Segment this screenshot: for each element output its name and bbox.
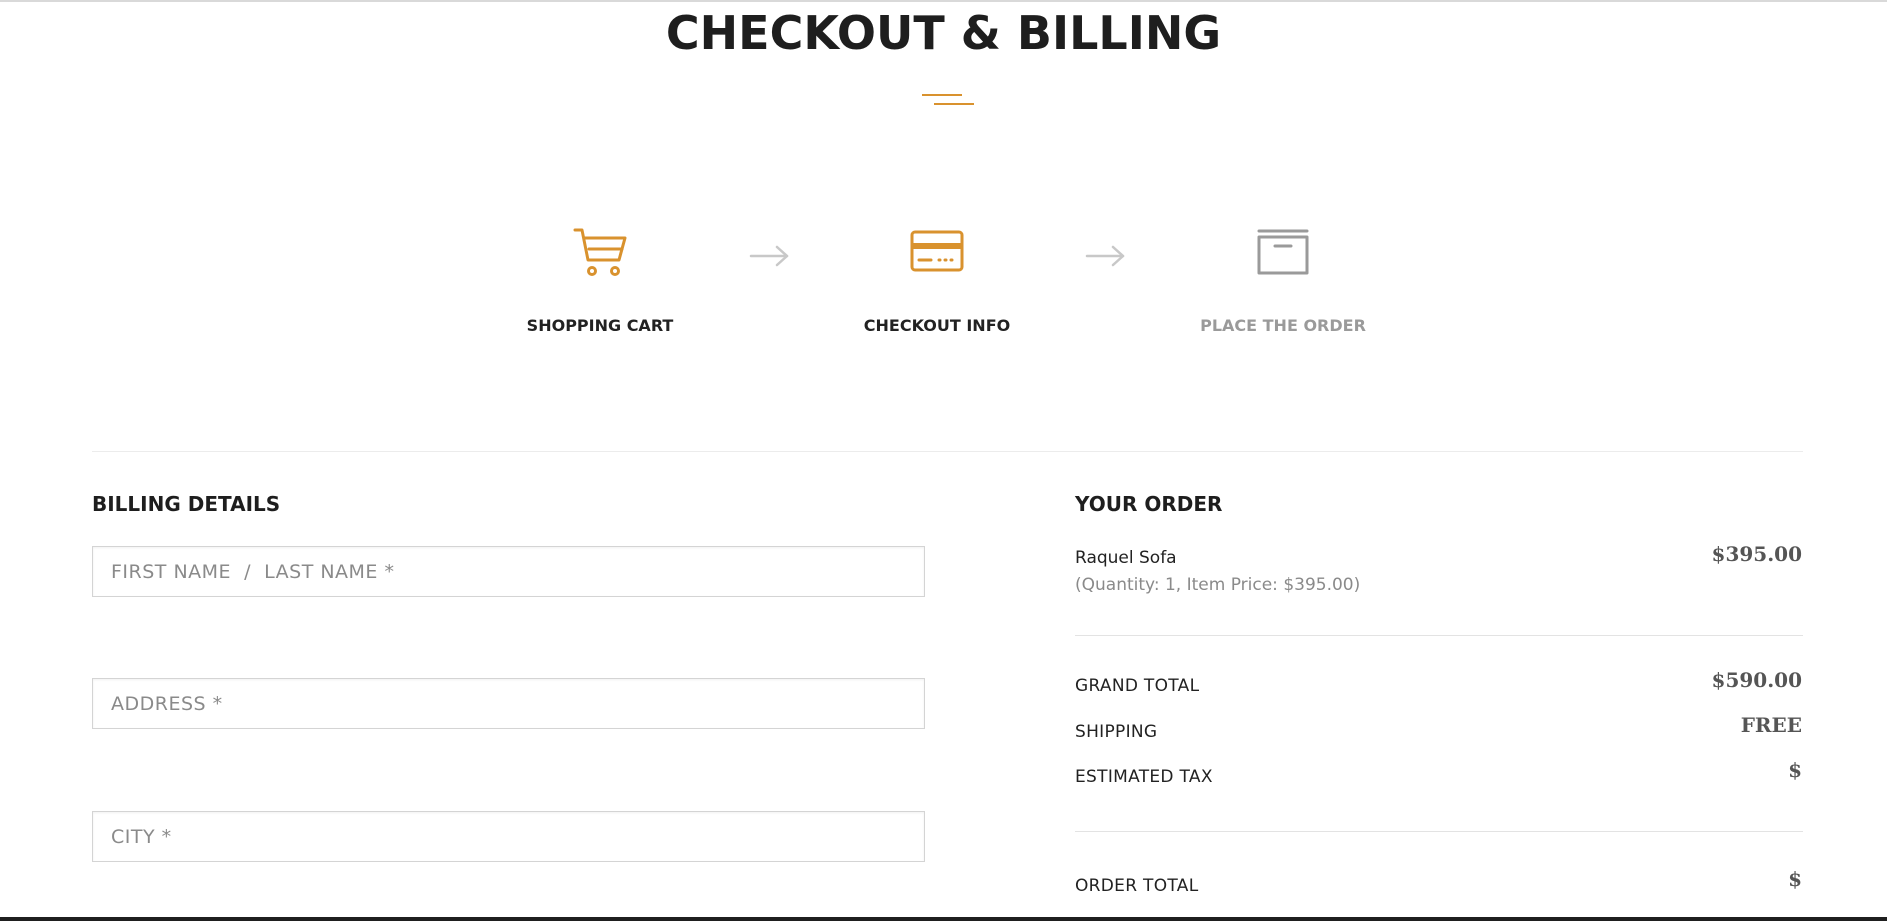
address-field[interactable]: [93, 679, 924, 728]
section-divider: [92, 451, 1803, 452]
order-item-meta: (Quantity: 1, Item Price: $395.00): [1075, 575, 1361, 595]
your-order-heading: YOUR ORDER: [1075, 492, 1223, 516]
step-checkout-info[interactable]: CHECKOUT INFO: [817, 226, 1057, 335]
step-label: PLACE THE ORDER: [1200, 316, 1366, 335]
estimated-tax-label: ESTIMATED TAX: [1075, 767, 1213, 787]
step-label: CHECKOUT INFO: [863, 316, 1011, 335]
order-item-price: $395.00: [1711, 542, 1802, 566]
bottom-border: [0, 917, 1887, 921]
billing-details-heading: BILLING DETAILS: [92, 492, 281, 516]
city-field[interactable]: [93, 812, 924, 861]
city-field-wrapper: [92, 811, 925, 862]
shipping-label: SHIPPING: [1075, 722, 1158, 742]
estimated-tax-value: $: [1788, 758, 1802, 782]
order-divider: [1075, 831, 1803, 832]
name-field-wrapper: [92, 546, 925, 597]
shopping-cart-icon: [480, 226, 720, 280]
grand-total-value: $590.00: [1711, 668, 1802, 692]
order-item-name: Raquel Sofa: [1075, 548, 1177, 568]
name-field[interactable]: [93, 547, 924, 596]
order-divider: [1075, 635, 1803, 636]
step-label: SHOPPING CART: [526, 316, 674, 335]
page-title: CHECKOUT & BILLING: [665, 6, 1222, 60]
address-field-wrapper: [92, 678, 925, 729]
step-shopping-cart[interactable]: SHOPPING CART: [480, 226, 720, 335]
shipping-value: FREE: [1740, 713, 1802, 737]
archive-box-icon: [1163, 226, 1403, 280]
title-decoration: [922, 94, 974, 108]
order-total-label: ORDER TOTAL: [1075, 876, 1199, 896]
top-border: [0, 0, 1887, 2]
step-place-order[interactable]: PLACE THE ORDER: [1163, 226, 1403, 335]
grand-total-label: GRAND TOTAL: [1075, 676, 1200, 696]
credit-card-icon: [817, 226, 1057, 280]
order-total-value: $: [1788, 867, 1802, 891]
